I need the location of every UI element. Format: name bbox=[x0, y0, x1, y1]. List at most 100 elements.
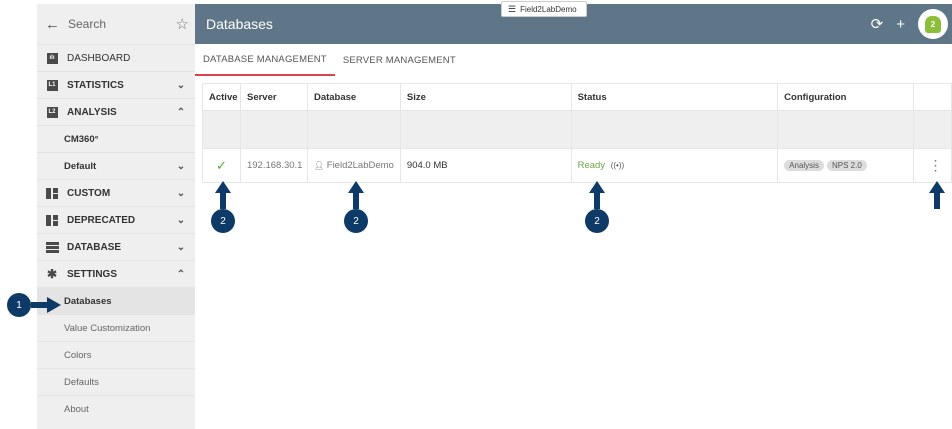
tab-database-management[interactable]: DATABASE MANAGEMENT bbox=[195, 44, 335, 76]
l2-box-icon: L2 bbox=[45, 106, 59, 118]
callout-arrow-up-icon bbox=[215, 181, 231, 209]
sidebar-item-default[interactable]: Default ⌄ bbox=[37, 152, 195, 179]
sidebar-item-label: DATABASE bbox=[67, 241, 122, 253]
database-cell: 👤︎ Field2LabDemo bbox=[306, 148, 401, 183]
filter-cell[interactable] bbox=[202, 110, 241, 149]
filter-cell bbox=[913, 110, 952, 149]
filter-cell[interactable] bbox=[399, 110, 572, 149]
callout-arrow-up-icon bbox=[589, 181, 605, 209]
back-arrow-icon[interactable]: ← bbox=[45, 16, 60, 33]
active-cell: ✓ bbox=[202, 148, 241, 183]
chevron-up-icon: ⌃ bbox=[176, 268, 186, 280]
tab-server-management[interactable]: SERVER MANAGEMENT bbox=[335, 44, 464, 76]
person-icon: 👤︎ bbox=[313, 161, 325, 170]
sidebar-item-label: CM360° bbox=[64, 133, 99, 145]
sidebar-item-statistics[interactable]: L1 STATISTICS ⌄ bbox=[37, 71, 195, 98]
config-tag: NPS 2.0 bbox=[826, 160, 867, 171]
l1-box-icon: L1 bbox=[45, 79, 59, 91]
sidebar-item-label: DASHBOARD bbox=[67, 52, 131, 64]
list-icon bbox=[45, 241, 59, 253]
grid-icon bbox=[45, 187, 59, 199]
sidebar-item-label: Value Customization bbox=[64, 322, 151, 334]
sidebar-item-label: Colors bbox=[64, 349, 92, 361]
check-icon: ✓ bbox=[216, 157, 227, 173]
column-header-configuration: Configuration bbox=[777, 83, 914, 111]
refresh-icon[interactable]: ⟳ bbox=[871, 15, 884, 33]
chevron-down-icon: ⌄ bbox=[176, 214, 186, 226]
sidebar-item-label: CUSTOM bbox=[67, 187, 111, 199]
sidebar-item-label: ANALYSIS bbox=[67, 106, 117, 118]
sidebar-item-label: STATISTICS bbox=[67, 79, 124, 91]
sidebar-search[interactable]: ← Search ☆ bbox=[37, 4, 195, 44]
sidebar-item-about[interactable]: About bbox=[37, 395, 195, 422]
sidebar-item-label: Default bbox=[64, 160, 97, 172]
table-row[interactable]: ✓ 192.168.30.1 👤︎ Field2LabDemo 904.0 MB… bbox=[202, 148, 952, 183]
search-input[interactable]: Search bbox=[68, 17, 176, 31]
gear-icon: ✱ bbox=[46, 267, 58, 281]
databases-table: Active Server Database Size Status Confi… bbox=[202, 83, 952, 183]
menu-icon: ☰ bbox=[508, 3, 517, 14]
notification-button[interactable]: 2 bbox=[918, 9, 948, 39]
chevron-down-icon: ⌄ bbox=[176, 187, 186, 199]
filter-cell[interactable] bbox=[239, 110, 308, 149]
callout-arrow-up-icon bbox=[348, 181, 364, 209]
table-header-row: Active Server Database Size Status Confi… bbox=[202, 83, 952, 111]
size-cell: 904.0 MB bbox=[399, 148, 572, 183]
config-tag: Analysis bbox=[784, 160, 824, 171]
sidebar-item-dashboard[interactable]: ılı DASHBOARD bbox=[37, 44, 195, 71]
column-header-size: Size bbox=[399, 83, 572, 111]
database-chip-label: Field2LabDemo bbox=[520, 4, 577, 14]
column-header-database: Database bbox=[306, 83, 401, 111]
broadcast-icon: ((•)) bbox=[610, 161, 625, 170]
column-header-actions bbox=[913, 83, 952, 111]
chart-box-icon: ılı bbox=[45, 52, 59, 64]
callout-arrow-right-icon bbox=[31, 297, 61, 313]
app-root: ← Search ☆ ılı DASHBOARD L1 STATISTICS ⌄… bbox=[0, 0, 952, 429]
server-cell: 192.168.30.1 bbox=[239, 148, 308, 183]
chevron-down-icon: ⌄ bbox=[176, 241, 186, 253]
filter-cell[interactable] bbox=[570, 110, 779, 149]
callout-badge: 2 bbox=[585, 209, 609, 233]
sidebar-item-label: SETTINGS bbox=[67, 268, 118, 280]
bell-icon: 2 bbox=[925, 15, 941, 33]
filter-cell[interactable] bbox=[777, 110, 914, 149]
sidebar-item-custom[interactable]: CUSTOM ⌄ bbox=[37, 179, 195, 206]
column-header-active: Active bbox=[202, 83, 241, 111]
sidebar-item-label: Databases bbox=[64, 295, 112, 307]
sidebar-item-deprecated[interactable]: DEPRECATED ⌄ bbox=[37, 206, 195, 233]
notification-count: 2 bbox=[930, 19, 936, 29]
status-cell: Ready ((•)) bbox=[570, 148, 779, 183]
sidebar-item-label: Defaults bbox=[64, 376, 99, 388]
database-name: Field2LabDemo bbox=[326, 160, 394, 171]
column-header-server: Server bbox=[239, 83, 308, 111]
callout-badge: 2 bbox=[344, 209, 368, 233]
sidebar-item-defaults[interactable]: Defaults bbox=[37, 368, 195, 395]
sidebar-item-colors[interactable]: Colors bbox=[37, 341, 195, 368]
sidebar-item-label: DEPRECATED bbox=[67, 214, 136, 226]
status-text: Ready bbox=[577, 160, 606, 171]
callout-badge: 2 bbox=[211, 209, 235, 233]
sidebar-item-database[interactable]: DATABASE ⌄ bbox=[37, 233, 195, 260]
callout-badge: 1 bbox=[7, 293, 31, 317]
sidebar: ← Search ☆ ılı DASHBOARD L1 STATISTICS ⌄… bbox=[37, 4, 195, 429]
configuration-cell: Analysis NPS 2.0 bbox=[777, 148, 914, 183]
tab-bar: DATABASE MANAGEMENT SERVER MANAGEMENT bbox=[195, 44, 952, 76]
more-menu-icon[interactable]: ⋮ bbox=[913, 148, 952, 183]
star-icon[interactable]: ☆ bbox=[176, 15, 189, 33]
chevron-down-icon: ⌄ bbox=[176, 160, 186, 172]
column-header-status: Status bbox=[570, 83, 779, 111]
grid-icon bbox=[45, 214, 59, 226]
sidebar-item-label: About bbox=[64, 403, 89, 415]
sidebar-item-analysis[interactable]: L2 ANALYSIS ⌃ bbox=[37, 98, 195, 125]
sidebar-item-settings[interactable]: ✱ SETTINGS ⌃ bbox=[37, 260, 195, 287]
sidebar-item-value-customization[interactable]: Value Customization bbox=[37, 314, 195, 341]
page-title: Databases bbox=[206, 16, 273, 32]
chevron-up-icon: ⌃ bbox=[176, 106, 186, 118]
add-icon[interactable]: + bbox=[896, 16, 905, 33]
filter-cell[interactable] bbox=[306, 110, 401, 149]
filter-row bbox=[202, 110, 952, 149]
callout-arrow-up-icon bbox=[929, 181, 945, 209]
database-chip: ☰ Field2LabDemo bbox=[501, 1, 587, 17]
sidebar-item-cm360[interactable]: CM360° bbox=[37, 125, 195, 152]
chevron-down-icon: ⌄ bbox=[176, 79, 186, 91]
